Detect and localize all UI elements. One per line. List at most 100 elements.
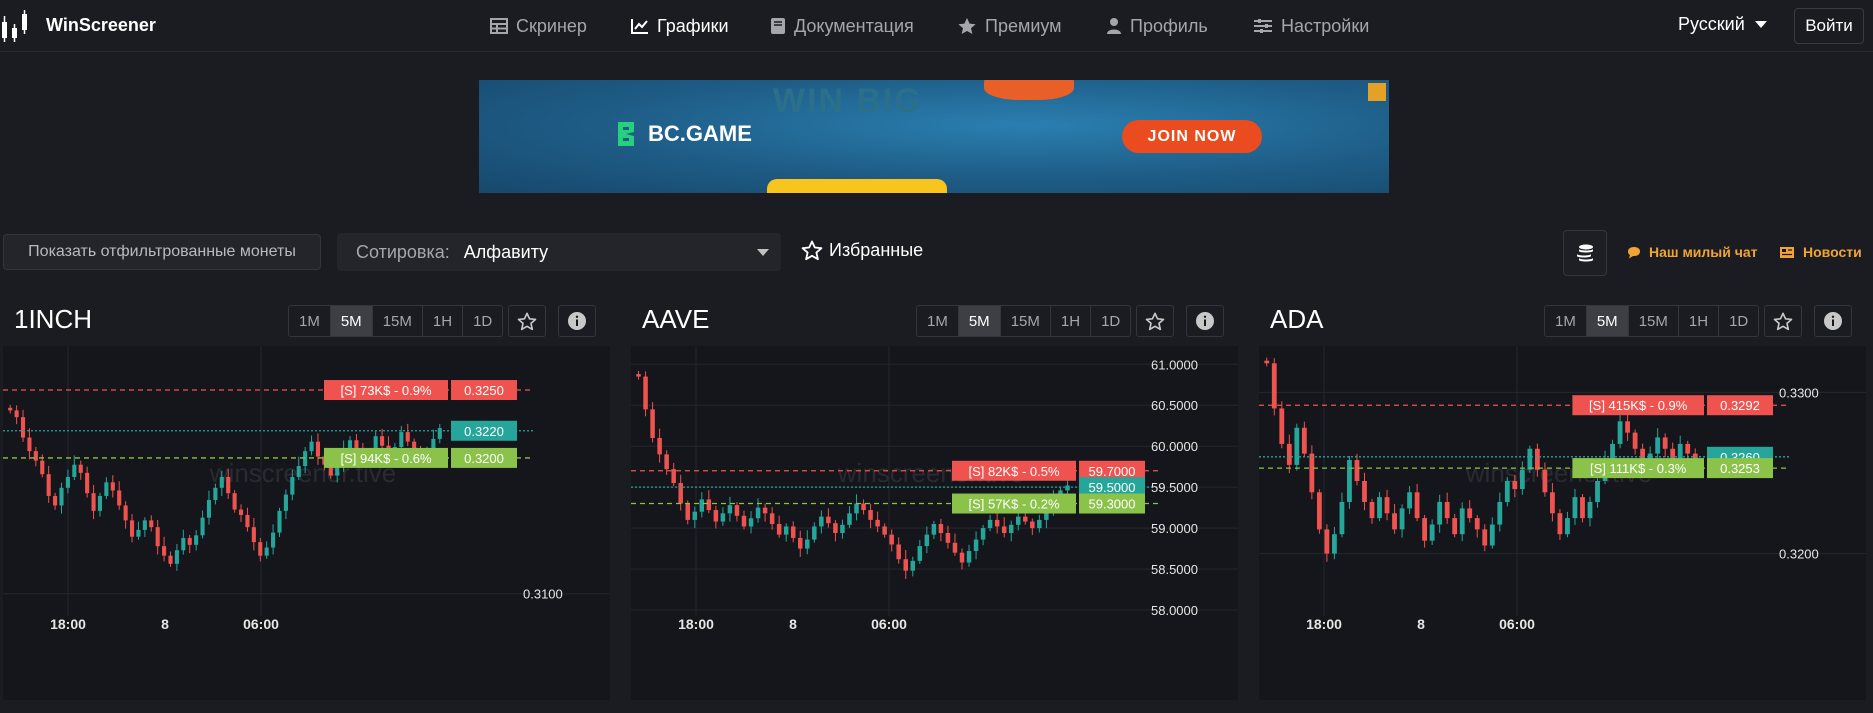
candle-body bbox=[903, 559, 908, 571]
timeframe-1h[interactable]: 1H bbox=[423, 306, 464, 336]
candle-body bbox=[1316, 492, 1322, 530]
candle-body bbox=[847, 513, 852, 525]
chart-plot[interactable]: winscreener.tive [S] 82K$ - 0.5% 59.7000 59… bbox=[631, 346, 1238, 700]
nav-screener[interactable]: Скринер bbox=[490, 14, 587, 38]
timeframe-5m[interactable]: 5M bbox=[330, 306, 373, 336]
candle-body bbox=[1685, 443, 1691, 454]
candle-body bbox=[699, 499, 705, 512]
candlestick-chart[interactable]: winscreener.tive[S] 82K$ - 0.5% 59.700059… bbox=[631, 346, 1238, 700]
timeframe-1h[interactable]: 1H bbox=[1679, 306, 1720, 336]
top-navbar: WinScreener Скринер Графики Документация… bbox=[0, 0, 1873, 52]
candle-body bbox=[1572, 497, 1578, 519]
candle-body bbox=[636, 373, 641, 377]
timeframe-1m[interactable]: 1M bbox=[917, 306, 959, 336]
candle-body bbox=[952, 542, 958, 553]
login-button[interactable]: Войти bbox=[1794, 8, 1864, 44]
info-button[interactable] bbox=[558, 305, 596, 337]
ad-banner[interactable]: WIN BIG BC.GAME JOIN NOW bbox=[479, 80, 1389, 193]
nav-premium[interactable]: Премиум bbox=[957, 14, 1062, 38]
ad-choices-icon[interactable] bbox=[1368, 83, 1386, 101]
show-filtered-coins-button[interactable]: Показать отфильтрованные монеты bbox=[3, 234, 321, 270]
favorite-button[interactable] bbox=[1136, 305, 1174, 337]
candle-body bbox=[987, 519, 993, 529]
coins-button[interactable] bbox=[1563, 230, 1607, 276]
timeframe-1d[interactable]: 1D bbox=[1091, 306, 1130, 336]
info-button[interactable] bbox=[1186, 305, 1224, 337]
candle-body bbox=[1339, 501, 1345, 535]
candle-body bbox=[1504, 481, 1510, 502]
timeframe-5m[interactable]: 5M bbox=[958, 306, 1001, 336]
nav-charts[interactable]: Графики bbox=[631, 14, 729, 38]
candle-body bbox=[200, 517, 205, 536]
nav-profile[interactable]: Профиль bbox=[1106, 14, 1208, 38]
candle-body bbox=[706, 499, 712, 511]
timeframe-1d[interactable]: 1D bbox=[1719, 306, 1758, 336]
timeframe-15m[interactable]: 15M bbox=[373, 306, 423, 336]
candle-body bbox=[805, 539, 810, 549]
candle-body bbox=[309, 441, 314, 452]
candle-body bbox=[1580, 497, 1585, 519]
sort-label: Сотировка: bbox=[356, 241, 450, 262]
candlestick-chart[interactable]: winscreener.tive[S] 73K$ - 0.9% 0.32500.3… bbox=[3, 346, 610, 700]
candle-body bbox=[91, 493, 96, 511]
timeframe-15m[interactable]: 15M bbox=[1001, 306, 1051, 336]
timeframe-1h[interactable]: 1H bbox=[1051, 306, 1092, 336]
app-logo[interactable] bbox=[0, 8, 36, 44]
candle-body bbox=[790, 526, 796, 538]
news-link[interactable]: Новости bbox=[1779, 244, 1862, 260]
chart-symbol: AAVE bbox=[642, 304, 710, 334]
candle-body bbox=[129, 520, 135, 537]
candle-body bbox=[1392, 513, 1397, 530]
chart-plot[interactable]: winscreener.tive [S] 415K$ - 0.9% 0.3292 0.… bbox=[1259, 346, 1866, 700]
candle-body bbox=[769, 513, 775, 524]
candle-body bbox=[72, 464, 77, 477]
favorite-button[interactable] bbox=[1764, 305, 1802, 337]
timeframe-1m[interactable]: 1M bbox=[1545, 306, 1587, 336]
timeframe-15m[interactable]: 15M bbox=[1629, 306, 1679, 336]
banner-brand: BC.GAME bbox=[614, 120, 752, 148]
timeframe-1m[interactable]: 1M bbox=[289, 306, 331, 336]
chart-line-icon bbox=[631, 19, 648, 34]
candlestick-chart[interactable]: winscreener.tive[S] 415K$ - 0.9% 0.32920.… bbox=[1259, 346, 1866, 700]
table-icon bbox=[490, 18, 508, 34]
candle-body bbox=[155, 527, 160, 547]
candle-body bbox=[1332, 534, 1337, 554]
timeframe-5m[interactable]: 5M bbox=[1586, 306, 1629, 336]
candle-body bbox=[1422, 518, 1428, 541]
candle-body bbox=[194, 535, 199, 545]
y-tick-label: 58.0000 bbox=[1151, 603, 1198, 618]
favorites-toggle[interactable]: Избранные bbox=[801, 240, 923, 261]
x-tick-label: 06:00 bbox=[1499, 616, 1535, 632]
candle-body bbox=[1309, 453, 1315, 493]
chat-link[interactable]: Наш милый чат bbox=[1627, 244, 1758, 260]
candle-body bbox=[1030, 521, 1035, 529]
candle-body bbox=[1037, 519, 1042, 529]
candle-body bbox=[720, 513, 726, 522]
timeframe-group: 1M 5M 15M 1H 1D bbox=[288, 305, 504, 337]
sort-select[interactable]: Сотировка: Алфавиту bbox=[337, 233, 781, 271]
candle-body bbox=[264, 547, 269, 556]
favorite-button[interactable] bbox=[508, 305, 546, 337]
language-select[interactable]: Русский bbox=[1678, 14, 1767, 35]
candle-body bbox=[181, 538, 186, 551]
candle-body bbox=[734, 505, 740, 516]
candle-body bbox=[1023, 516, 1028, 522]
candle-body bbox=[776, 524, 782, 535]
candle-body bbox=[213, 487, 218, 501]
candle-body bbox=[245, 514, 250, 528]
x-tick-label: 8 bbox=[789, 616, 797, 632]
candle-body bbox=[896, 544, 901, 560]
candle-body bbox=[819, 516, 824, 527]
nav-settings[interactable]: Настройки bbox=[1253, 14, 1369, 38]
chart-plot[interactable]: winscreener.tive [S] 73K$ - 0.9% 0.3250 0.3… bbox=[3, 346, 610, 700]
info-icon bbox=[568, 312, 586, 330]
join-now-button[interactable]: JOIN NOW bbox=[1122, 120, 1262, 153]
nav-docs[interactable]: Документация bbox=[770, 14, 914, 38]
timeframe-1d[interactable]: 1D bbox=[463, 306, 502, 336]
candle-body bbox=[1655, 437, 1661, 454]
candle-body bbox=[399, 432, 404, 448]
info-button[interactable] bbox=[1814, 305, 1852, 337]
app-name[interactable]: WinScreener bbox=[46, 15, 156, 36]
candle-body bbox=[783, 526, 789, 535]
candle-body bbox=[868, 510, 873, 520]
